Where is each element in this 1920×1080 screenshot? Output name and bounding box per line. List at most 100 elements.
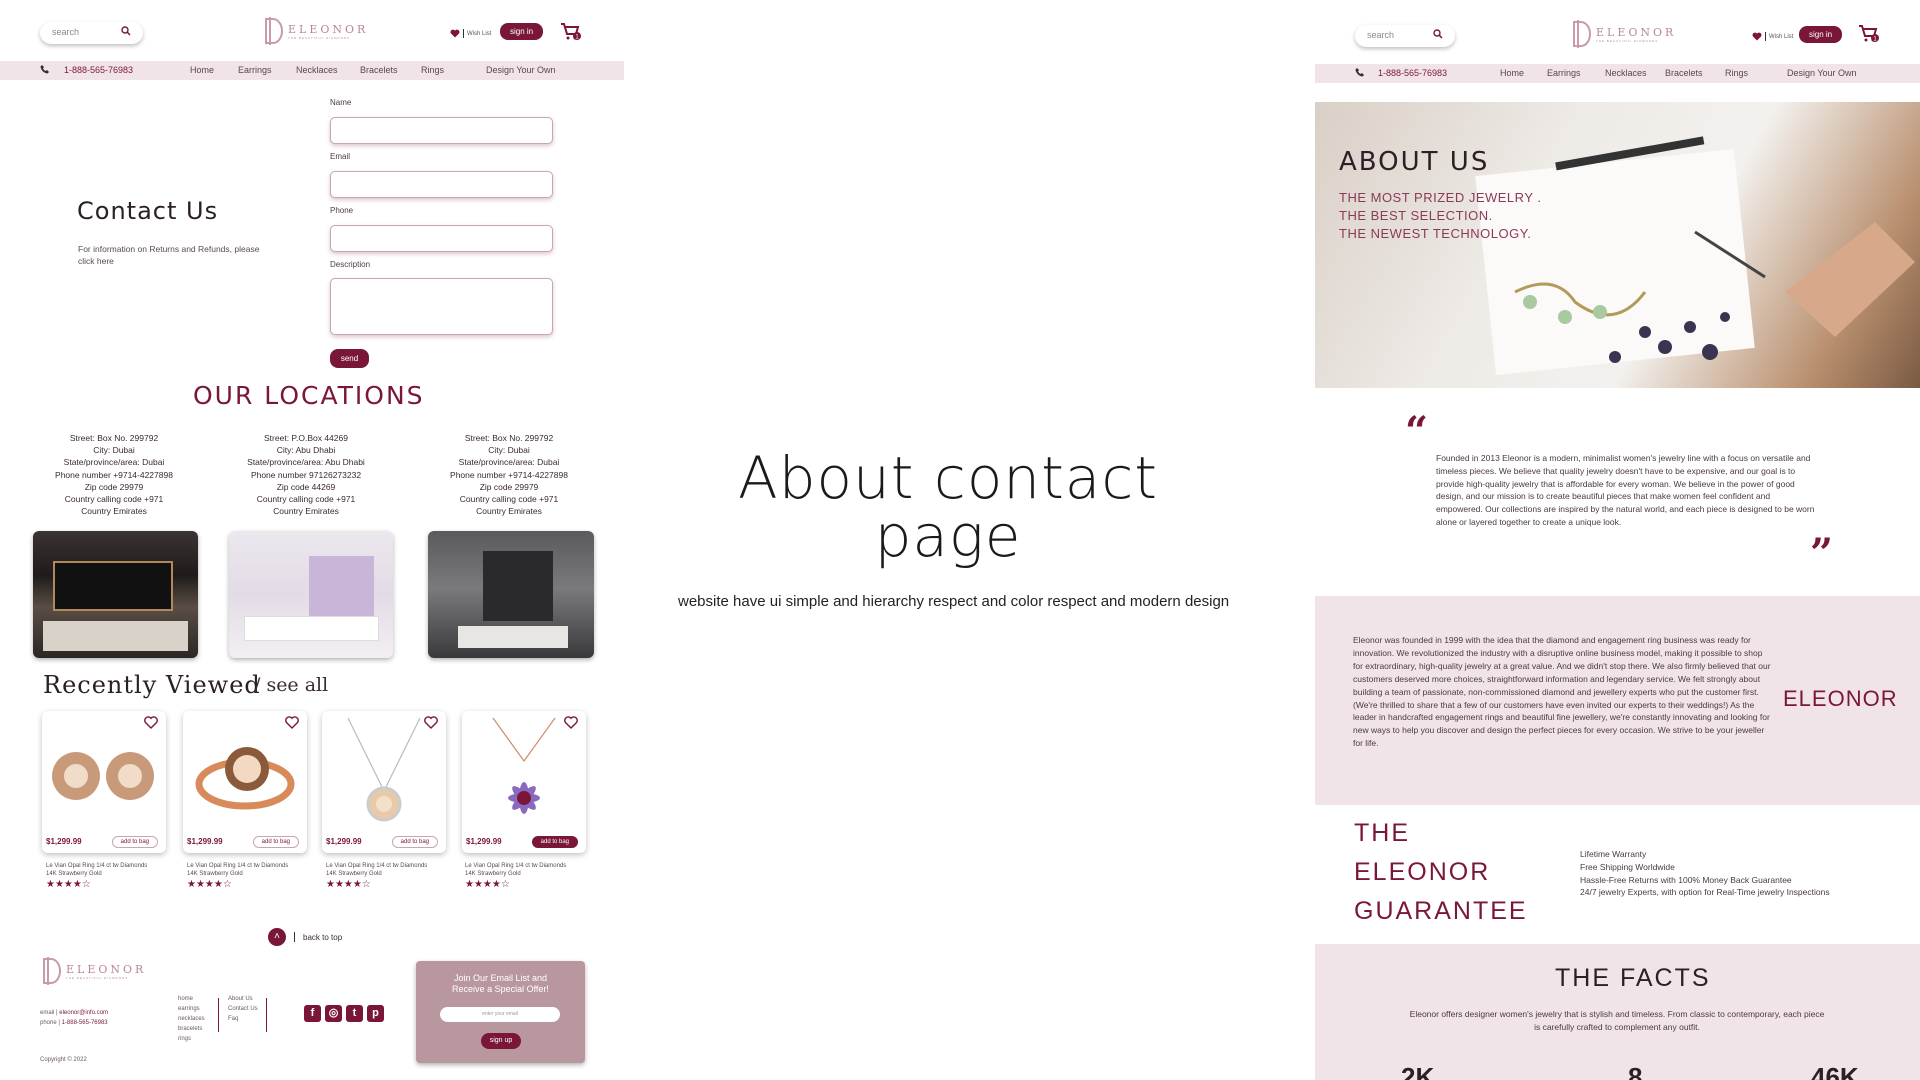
- add-to-bag-button[interactable]: add to bag: [391, 836, 438, 848]
- logo[interactable]: ELEONOR THE BEAUTIFUL DIAMONDS: [1570, 19, 1676, 49]
- pinterest-icon[interactable]: p: [367, 1005, 384, 1022]
- instagram-icon[interactable]: ◎: [325, 1005, 342, 1022]
- social-links: f ◎ t p: [304, 1005, 384, 1022]
- favorite-heart-icon[interactable]: [285, 716, 299, 734]
- guarantee-item: Lifetime Warranty: [1580, 849, 1647, 859]
- phone-number[interactable]: 1-888-565-76983: [1378, 68, 1447, 78]
- heart-icon: [1752, 32, 1762, 41]
- see-all-link[interactable]: / see all: [254, 674, 328, 696]
- search-icon[interactable]: [1433, 29, 1443, 41]
- facts-section: THE FACTS Eleonor offers designer women'…: [1315, 944, 1920, 1080]
- back-to-top[interactable]: ˄ back to top: [268, 928, 342, 946]
- footer-phone[interactable]: 1-888-565-76983: [62, 1020, 108, 1026]
- footer-link-earrings[interactable]: earrings: [178, 1004, 205, 1014]
- contact-title: Contact Us: [77, 197, 219, 225]
- newsletter-email-input[interactable]: enter your email: [440, 1007, 560, 1022]
- guarantee-list: Lifetime Warranty Free Shipping Worldwid…: [1580, 848, 1830, 899]
- logo-mark-icon: [265, 17, 283, 45]
- footer-link-home[interactable]: home: [178, 994, 205, 1004]
- twitter-icon[interactable]: t: [346, 1005, 363, 1022]
- product-card[interactable]: $1,299.99 add to bag: [42, 711, 166, 853]
- search-input[interactable]: search: [1355, 25, 1455, 47]
- product-card[interactable]: $1,299.99 add to bag: [183, 711, 307, 853]
- product-card[interactable]: $1,299.99 add to bag: [462, 711, 586, 853]
- nav-home[interactable]: Home: [190, 65, 214, 75]
- search-icon[interactable]: [121, 26, 131, 38]
- about-tagline-3: THE NEWEST TECHNOLOGY.: [1339, 226, 1532, 241]
- about-tagline-2: THE BEST SELECTION.: [1339, 208, 1493, 223]
- location-dubai-1: Street: Box No. 299792 City: Dubai State/p…: [55, 433, 173, 517]
- logo-text: ELEONOR: [1596, 25, 1677, 39]
- product-price: $1,299.99: [46, 837, 82, 846]
- product-name[interactable]: Le Vian Opal Ring 1/4 ct tw Diamonds 14K…: [326, 862, 436, 878]
- presentation-title: About contact page: [698, 449, 1198, 565]
- nav-necklaces[interactable]: Necklaces: [1605, 68, 1647, 78]
- search-input[interactable]: search: [40, 22, 143, 44]
- brand-name: ELEONOR: [1783, 686, 1898, 711]
- add-to-bag-button[interactable]: add to bag: [252, 836, 299, 848]
- description-field[interactable]: [330, 278, 553, 335]
- wish-list-link[interactable]: Wish List: [1752, 32, 1793, 41]
- nav-home[interactable]: Home: [1500, 68, 1524, 78]
- name-field[interactable]: [330, 117, 553, 144]
- store-photo-dubai: [33, 531, 198, 658]
- locations-title: OUR LOCATIONS: [193, 381, 425, 410]
- add-to-bag-button[interactable]: add to bag: [531, 836, 578, 848]
- nav-rings[interactable]: Rings: [421, 65, 444, 75]
- nav-necklaces[interactable]: Necklaces: [296, 65, 338, 75]
- facebook-icon[interactable]: f: [304, 1005, 321, 1022]
- description-label: Description: [330, 260, 371, 269]
- nav-earrings[interactable]: Earrings: [1547, 68, 1581, 78]
- sign-in-button[interactable]: sign in: [1799, 26, 1843, 43]
- product-name[interactable]: Le Vian Opal Ring 1/4 ct tw Diamonds 14K…: [187, 862, 297, 878]
- presentation-title-line1: About contact: [738, 444, 1158, 512]
- footer-link-about[interactable]: About Us: [228, 994, 258, 1004]
- back-to-top-label: back to top: [303, 932, 343, 942]
- footer-links-shop: home earrings necklaces bracelets rings: [178, 994, 205, 1044]
- newsletter-box: Join Our Email List and Receive a Specia…: [416, 961, 585, 1063]
- footer-link-faq[interactable]: Faq: [228, 1014, 258, 1024]
- nav-rings[interactable]: Rings: [1725, 68, 1748, 78]
- phone-number[interactable]: 1-888-565-76983: [64, 65, 133, 75]
- footer-link-contact[interactable]: Contact Us: [228, 1004, 258, 1014]
- product-price: $1,299.99: [187, 837, 223, 846]
- product-image: [347, 717, 421, 822]
- location-abu-dhabi: Street: P.O.Box 44269 City: Abu Dhabi Stat…: [247, 433, 365, 517]
- product-card[interactable]: $1,299.99 add to bag: [322, 711, 446, 853]
- logo[interactable]: ELEONOR THE BEAUTIFUL DIAMONDS: [262, 16, 368, 46]
- cart-icon[interactable]: 1: [560, 22, 582, 47]
- email-field[interactable]: [330, 171, 553, 198]
- nav-earrings[interactable]: Earrings: [238, 65, 272, 75]
- presentation-title-line2: page: [874, 502, 1022, 570]
- nav-bracelets[interactable]: Bracelets: [1665, 68, 1703, 78]
- product-price: $1,299.99: [466, 837, 502, 846]
- nav-bracelets[interactable]: Bracelets: [360, 65, 398, 75]
- product-price: $1,299.99: [326, 837, 362, 846]
- footer-email[interactable]: eleonor@info.com: [59, 1010, 108, 1016]
- phone-field[interactable]: [330, 225, 553, 252]
- email-label: Email: [330, 152, 351, 161]
- sign-in-button[interactable]: sign in: [500, 23, 544, 40]
- product-name[interactable]: Le Vian Opal Ring 1/4 ct tw Diamonds 14K…: [465, 862, 575, 878]
- nav-design-your-own[interactable]: Design Your Own: [486, 65, 556, 75]
- sign-up-button[interactable]: sign up: [481, 1033, 521, 1049]
- rating-stars: ★★★★☆: [326, 879, 371, 890]
- logo-text: ELEONOR: [288, 22, 369, 36]
- cart-icon[interactable]: 1: [1858, 24, 1880, 49]
- wish-list-label: Wish List: [1769, 33, 1794, 40]
- footer-contact: email | eleonor@info.com phone | 1-888-5…: [40, 1010, 109, 1026]
- phone-label: Phone: [330, 206, 354, 215]
- nav-design-your-own[interactable]: Design Your Own: [1787, 68, 1857, 78]
- footer-link-bracelets[interactable]: bracelets: [178, 1024, 205, 1034]
- footer-logo[interactable]: ELEONOR THE BEAUTIFUL DIAMONDS: [40, 956, 146, 986]
- send-button[interactable]: send: [330, 349, 369, 368]
- wish-list-link[interactable]: Wish List: [450, 29, 491, 38]
- close-quote-icon: ”: [1810, 530, 1834, 577]
- phone-icon: [1355, 67, 1365, 79]
- add-to-bag-button[interactable]: add to bag: [111, 836, 158, 848]
- footer-link-necklaces[interactable]: necklaces: [178, 1014, 205, 1024]
- contact-subtitle[interactable]: For information on Returns and Refunds, …: [78, 243, 268, 267]
- footer-link-rings[interactable]: rings: [178, 1034, 205, 1044]
- product-name[interactable]: Le Vian Opal Ring 1/4 ct tw Diamonds 14K…: [46, 862, 156, 878]
- favorite-heart-icon[interactable]: [144, 716, 158, 734]
